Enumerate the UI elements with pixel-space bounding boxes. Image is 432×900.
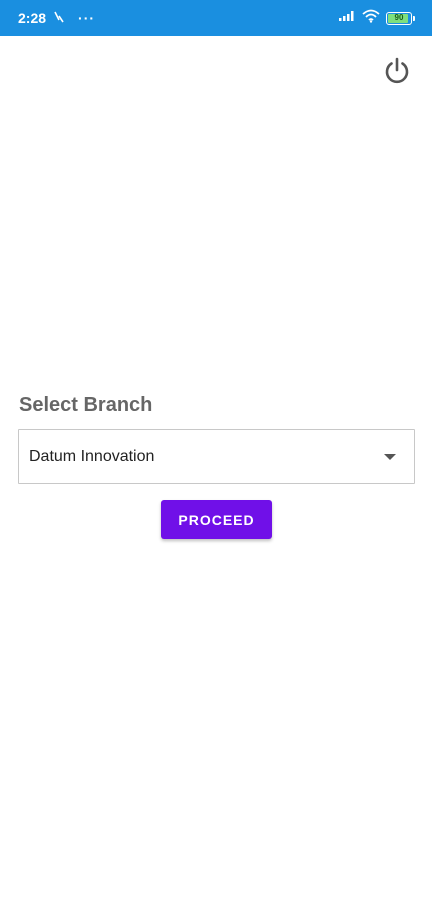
status-right: 90 [338, 9, 415, 28]
dropdown-caret-icon [384, 453, 396, 460]
battery-tip [413, 15, 415, 21]
power-button[interactable] [380, 56, 414, 90]
status-left: 2:28 ··· [18, 10, 95, 26]
overflow-dots: ··· [78, 10, 96, 26]
screen: 2:28 ··· 90 Select Branch Datum Innovati… [0, 0, 432, 900]
status-time: 2:28 [18, 10, 47, 26]
branch-dropdown[interactable]: Datum Innovation [18, 429, 415, 484]
status-bar: 2:28 ··· 90 [0, 0, 432, 36]
wifi-icon [362, 9, 380, 28]
power-icon [382, 56, 412, 91]
battery-level: 90 [394, 13, 404, 22]
signal-activity-icon [54, 10, 64, 26]
battery-icon: 90 [386, 11, 415, 25]
cellular-signal-icon [338, 9, 356, 27]
branch-selected-value: Datum Innovation [29, 447, 155, 465]
proceed-button[interactable]: PROCEED [161, 500, 272, 539]
select-branch-label: Select Branch [19, 394, 153, 416]
